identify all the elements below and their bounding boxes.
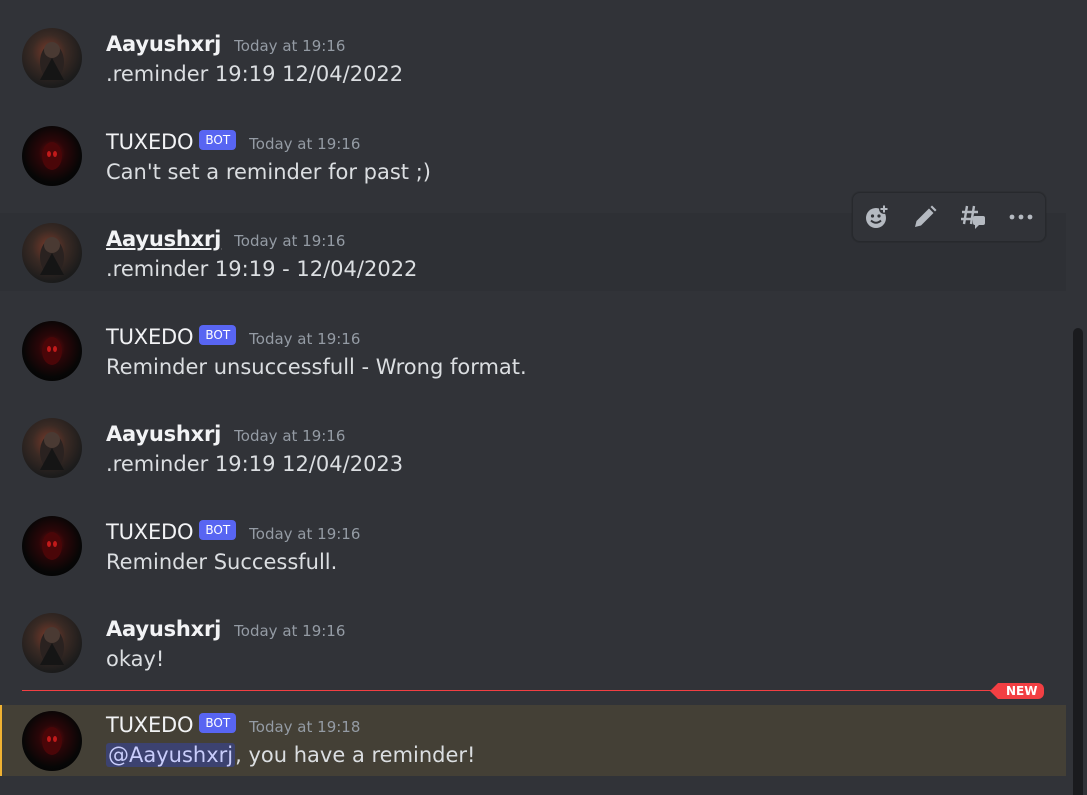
message-text: , you have a reminder! [235, 743, 476, 767]
message-item[interactable]: Aayushxrj Today at 19:16 .reminder 19:19… [0, 18, 1066, 96]
author-name[interactable]: Aayushxrj [106, 32, 221, 56]
message-content: .reminder 19:19 - 12/04/2022 [106, 257, 418, 281]
author-name[interactable]: TUXEDO [106, 325, 194, 349]
bot-badge: BOT [199, 520, 237, 540]
edit-button[interactable] [901, 193, 949, 241]
message-item[interactable]: Aayushxrj Today at 19:16 okay! [0, 603, 1066, 681]
timestamp: Today at 19:16 [234, 622, 346, 640]
author-name[interactable]: Aayushxrj [106, 422, 221, 446]
scrollbar-thumb[interactable] [1073, 328, 1083, 795]
bot-badge: BOT [199, 713, 237, 733]
new-messages-tag: NEW [989, 683, 1045, 699]
avatar[interactable] [22, 126, 82, 186]
message-actions-toolbar [852, 192, 1046, 242]
author-name[interactable]: TUXEDO [106, 713, 194, 737]
message-content: Reminder unsuccessfull - Wrong format. [106, 355, 527, 379]
avatar[interactable] [22, 711, 82, 771]
bot-badge: BOT [199, 325, 237, 345]
message-content: Can't set a reminder for past ;) [106, 160, 431, 184]
avatar[interactable] [22, 321, 82, 381]
message-item[interactable]: TUXEDO BOT Today at 19:16 Reminder unsuc… [0, 311, 1066, 389]
author-name[interactable]: Aayushxrj [106, 617, 221, 641]
timestamp: Today at 19:18 [249, 718, 361, 736]
bot-badge: BOT [199, 130, 237, 150]
avatar[interactable] [22, 223, 82, 283]
more-options-button[interactable] [997, 193, 1045, 241]
timestamp: Today at 19:16 [249, 525, 361, 543]
message-list: Aayushxrj Today at 19:16 .reminder 19:19… [0, 0, 1066, 795]
avatar[interactable] [22, 28, 82, 88]
create-thread-icon [961, 205, 985, 229]
add-reaction-button[interactable] [853, 193, 901, 241]
author-name[interactable]: TUXEDO [106, 130, 194, 154]
message-item[interactable]: Aayushxrj Today at 19:16 .reminder 19:19… [0, 408, 1066, 486]
message-content: okay! [106, 647, 165, 671]
avatar[interactable] [22, 418, 82, 478]
new-messages-divider [22, 690, 1002, 691]
mention-bar [0, 705, 2, 776]
edit-icon [915, 205, 937, 227]
message-content: Reminder Successfull. [106, 550, 338, 574]
author-name[interactable]: Aayushxrj [106, 227, 221, 251]
avatar[interactable] [22, 516, 82, 576]
timestamp: Today at 19:16 [234, 232, 346, 250]
timestamp: Today at 19:16 [249, 330, 361, 348]
user-mention[interactable]: @Aayushxrj [106, 743, 236, 767]
message-item-mention[interactable]: TUXEDO BOT Today at 19:18 @Aayushxrj, yo… [0, 705, 1066, 776]
create-thread-button[interactable] [949, 193, 997, 241]
message-content: .reminder 19:19 12/04/2022 [106, 62, 404, 86]
message-content: @Aayushxrj, you have a reminder! [106, 743, 475, 767]
timestamp: Today at 19:16 [234, 37, 346, 55]
message-content: .reminder 19:19 12/04/2023 [106, 452, 404, 476]
avatar[interactable] [22, 613, 82, 673]
timestamp: Today at 19:16 [249, 135, 361, 153]
message-item[interactable]: TUXEDO BOT Today at 19:16 Can't set a re… [0, 116, 1066, 194]
timestamp: Today at 19:16 [234, 427, 346, 445]
message-item[interactable]: TUXEDO BOT Today at 19:16 Reminder Succe… [0, 506, 1066, 584]
add-reaction-icon [866, 204, 889, 228]
author-name[interactable]: TUXEDO [106, 520, 194, 544]
more-icon [1009, 214, 1033, 220]
